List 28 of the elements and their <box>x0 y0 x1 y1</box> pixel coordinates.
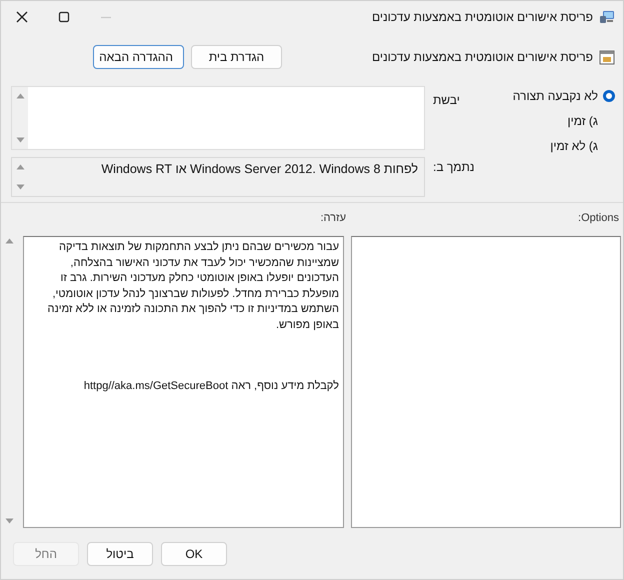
help-label: עזרה: <box>320 212 346 224</box>
help-text: לקבלת מידע נוסף, ראה httpg//aka.ms/GetSecureBoot <box>82 379 339 394</box>
scroll-down-icon <box>16 137 24 143</box>
dialog-button[interactable]: ביטול <box>87 542 153 566</box>
scroll-down-icon <box>4 518 14 524</box>
setting-title: פריסת אישורים אוטומטית באמצעות עדכונים <box>372 50 593 64</box>
supported-label: נתמך ב: <box>433 160 474 174</box>
comment-label: יבשת <box>433 93 460 107</box>
radio-option[interactable]: ג) זמין <box>567 114 615 128</box>
window-title: פריסת אישורים אוטומטית באמצעות עדכונים <box>372 10 593 24</box>
options-label: Options: <box>578 212 619 224</box>
radio-selected-icon <box>603 90 615 102</box>
close-icon <box>16 11 28 23</box>
radio-option[interactable]: ג) לא זמין <box>550 139 615 153</box>
scroll-up-icon <box>16 93 24 99</box>
nav-button[interactable]: ההגדרה הבאה <box>93 45 184 69</box>
scroll-down-icon <box>16 184 24 190</box>
help-text: עבור מכשירים שבהם ניתן לבצע התחמקות של תוצאות בדיקה שמציינות שהמכשיר יכול לעבד את עדכוני האישור בהצלחה, העדכונים יופעלו באופן אוטומטי כחלק מעדכוני השירות. גרב זו מופעלת כברירת מחדל. לפעולות שברצונך לנהל עדכון אוטומטי, השתמש במדיניות זו כדי להפוך את התכונה לזמינה או ללא זמינה באופן מפורש. <box>46 240 339 332</box>
scroll-up-icon <box>4 238 14 244</box>
radio-option[interactable]: לא נקבעה תצורה <box>512 89 615 103</box>
dialog-button[interactable]: OK <box>161 542 227 566</box>
scroll-up-icon <box>16 164 24 170</box>
policy-icon <box>599 49 615 65</box>
computer-icon <box>599 10 615 24</box>
comment-field[interactable] <box>11 86 425 150</box>
maximize-icon <box>58 11 70 23</box>
nav-button[interactable]: הגדרת בית <box>191 45 282 69</box>
supported-text: לפחות Windows Server 2012. Windows 8 או Windows RT <box>101 162 418 176</box>
